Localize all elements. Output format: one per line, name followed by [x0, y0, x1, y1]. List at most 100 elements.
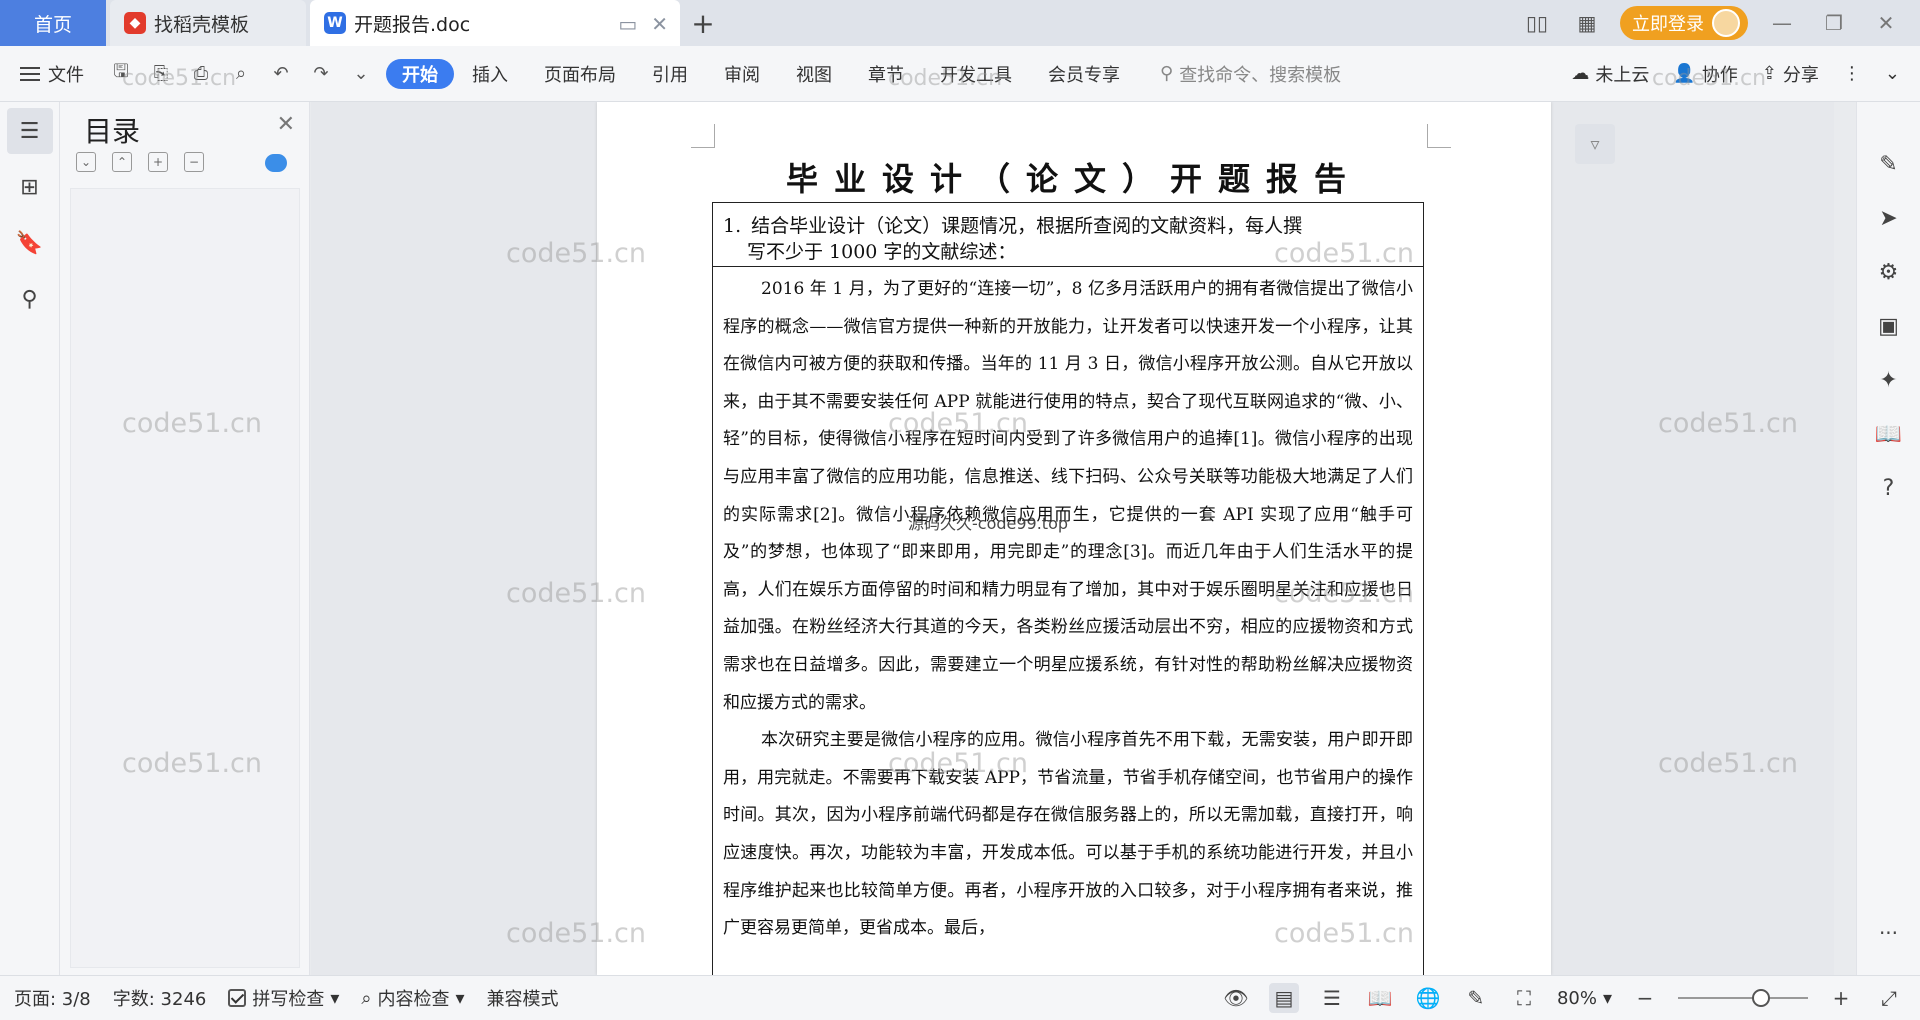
- close-tab-icon[interactable]: ✕: [651, 12, 668, 36]
- cloud-status-button[interactable]: ☁ 未上云: [1571, 61, 1649, 87]
- more-options-icon[interactable]: ⋮: [1843, 63, 1861, 84]
- ribbon-tab-section[interactable]: 章节: [850, 59, 922, 89]
- quick-access-toolbar: 🖫 ⎘ ⎙ ⌕ ↶ ↷ ⌄: [106, 59, 376, 89]
- heading-number: 1.: [723, 215, 742, 237]
- page-corner-mark: [1427, 124, 1451, 148]
- undo-icon[interactable]: ↶: [266, 59, 296, 89]
- collaborate-label: 协作: [1701, 64, 1738, 86]
- outline-view-icon[interactable]: ☰: [1317, 983, 1347, 1013]
- ai-assistant-icon[interactable]: ✦: [1869, 362, 1909, 398]
- hamburger-icon: [20, 66, 40, 81]
- toc-list: [70, 188, 300, 968]
- pin-screen-icon[interactable]: ▭: [618, 12, 637, 36]
- minimize-icon[interactable]: —: [1764, 11, 1800, 35]
- spell-check-button[interactable]: 拼写检查 ▾: [228, 985, 339, 1011]
- tab-template-label: 找稻壳模板: [154, 13, 250, 36]
- collaborate-icon: 👤: [1673, 63, 1696, 84]
- command-search[interactable]: ⚲ 查找命令、搜索模板: [1160, 61, 1341, 87]
- zoom-slider[interactable]: [1678, 989, 1808, 1007]
- more-icon[interactable]: ···: [1879, 921, 1898, 945]
- save-icon[interactable]: 🖫: [106, 59, 136, 89]
- login-button[interactable]: 立即登录: [1620, 6, 1748, 40]
- pen-icon[interactable]: ✎: [1869, 146, 1909, 182]
- filter-icon[interactable]: ▿: [1575, 124, 1615, 164]
- toc-panel-icon[interactable]: ☰: [6, 108, 53, 154]
- tab-home[interactable]: 首页: [0, 0, 106, 46]
- checkbox-icon: [228, 989, 247, 1007]
- docer-logo-icon: ◆: [124, 12, 146, 34]
- collaborate-button[interactable]: 👤 协作: [1673, 61, 1737, 87]
- tab-document[interactable]: W 开题报告.doc ▭ ✕: [310, 0, 680, 46]
- table-body: 2016 年 1 月，为了更好的“连接一切”，8 亿多月活跃用户的拥有者微信提出…: [723, 271, 1413, 948]
- toc-title: 目录: [84, 115, 141, 148]
- zoom-slider-knob[interactable]: [1752, 989, 1770, 1007]
- page-view-icon[interactable]: ▤: [1268, 983, 1299, 1013]
- tab-template[interactable]: ◆ 找稻壳模板: [110, 0, 306, 46]
- ribbon-tab-view[interactable]: 视图: [778, 59, 850, 89]
- read-view-icon[interactable]: 📖: [1365, 983, 1395, 1013]
- apps-grid-icon[interactable]: ▦: [1570, 9, 1604, 37]
- login-label: 立即登录: [1632, 14, 1704, 35]
- ribbon-tab-member[interactable]: 会员专享: [1030, 59, 1138, 89]
- smart-toc-icon[interactable]: [265, 154, 287, 172]
- remove-heading-icon[interactable]: −: [184, 152, 204, 172]
- settings-sliders-icon[interactable]: ⚙: [1869, 254, 1909, 290]
- customize-chevron-icon[interactable]: ⌄: [346, 59, 376, 89]
- tab-bar: 首页 ◆ 找稻壳模板 W 开题报告.doc ▭ ✕ + ▯▯ ▦ 立即登录 — …: [0, 0, 1920, 46]
- share-icon: ⇪: [1761, 63, 1777, 84]
- web-view-icon[interactable]: 🌐: [1413, 983, 1443, 1013]
- share-button[interactable]: ⇪ 分享: [1762, 61, 1819, 87]
- write-view-icon[interactable]: ✎: [1461, 983, 1491, 1013]
- search-icon: ⚲: [1160, 63, 1174, 84]
- zoom-value: 80%: [1556, 987, 1597, 1009]
- collapse-ribbon-icon[interactable]: ⌄: [1885, 63, 1900, 84]
- restore-icon[interactable]: ❐: [1816, 11, 1852, 35]
- collapse-icon[interactable]: ⌃: [112, 152, 132, 172]
- bookmark-icon[interactable]: 🔖: [7, 220, 53, 266]
- content-check-icon: ⌕: [361, 987, 372, 1009]
- image-edit-icon[interactable]: ▣: [1869, 308, 1909, 344]
- file-menu-button[interactable]: 文件: [20, 61, 84, 87]
- cloud-icon: ☁: [1571, 63, 1590, 84]
- layout-icon[interactable]: ▯▯: [1520, 9, 1554, 37]
- zoom-out-icon[interactable]: −: [1630, 983, 1660, 1013]
- print-icon[interactable]: ⎙: [186, 59, 216, 89]
- close-window-icon[interactable]: ✕: [1868, 11, 1904, 35]
- fullscreen-icon[interactable]: ⤢: [1874, 983, 1904, 1013]
- help-icon[interactable]: ?: [1869, 470, 1909, 506]
- document-title: 毕业设计（论文）开题报告: [785, 160, 1362, 198]
- fit-page-icon[interactable]: ⛶: [1509, 983, 1539, 1013]
- dropdown-arrow-icon: ▾: [455, 987, 465, 1009]
- chapter-nav-icon[interactable]: ⊞: [7, 164, 53, 210]
- ribbon-tab-review[interactable]: 审阅: [706, 59, 778, 89]
- eye-protection-icon[interactable]: 👁: [1221, 983, 1251, 1013]
- avatar: [1712, 9, 1740, 37]
- ribbon-tab-home[interactable]: 开始: [386, 58, 454, 89]
- close-icon[interactable]: ✕: [277, 112, 295, 137]
- wps-writer-icon: W: [324, 12, 346, 34]
- page-indicator[interactable]: 页面: 3/8: [14, 985, 91, 1011]
- find-icon[interactable]: ⚲: [7, 276, 53, 322]
- document-canvas[interactable]: 毕业设计（论文）开题报告 1. 结合毕业设计（论文）课题情况，根据所查阅的文献资料…: [311, 102, 1834, 975]
- zoom-level[interactable]: 80% ▾: [1557, 988, 1612, 1009]
- zoom-in-icon[interactable]: +: [1826, 983, 1856, 1013]
- ribbon-tab-developer[interactable]: 开发工具: [922, 59, 1030, 89]
- expand-icon[interactable]: ⌄: [76, 152, 96, 172]
- dropdown-arrow-icon: ▾: [330, 987, 340, 1009]
- cloud-status-label: 未上云: [1595, 64, 1650, 86]
- content-check-button[interactable]: ⌕ 内容检查 ▾: [361, 985, 464, 1011]
- export-pdf-icon[interactable]: ⎘: [146, 59, 176, 89]
- tab-home-label: 首页: [33, 13, 72, 36]
- reading-mode-icon[interactable]: 📖: [1869, 416, 1909, 452]
- print-preview-icon[interactable]: ⌕: [226, 59, 256, 89]
- ribbon-tab-references[interactable]: 引用: [634, 59, 706, 89]
- ribbon-tab-insert[interactable]: 插入: [454, 59, 526, 89]
- add-heading-icon[interactable]: +: [148, 152, 168, 172]
- new-tab-button[interactable]: +: [680, 0, 726, 46]
- document-page[interactable]: 毕业设计（论文）开题报告 1. 结合毕业设计（论文）课题情况，根据所查阅的文献资料…: [597, 102, 1551, 975]
- redo-icon[interactable]: ↷: [306, 59, 336, 89]
- word-count[interactable]: 字数: 3246: [113, 985, 207, 1011]
- ribbon-tab-layout[interactable]: 页面布局: [526, 59, 634, 89]
- right-tool-rail: ✎ ➤ ⚙ ▣ ✦ 📖 ? ···: [1856, 102, 1920, 975]
- select-cursor-icon[interactable]: ➤: [1869, 200, 1909, 236]
